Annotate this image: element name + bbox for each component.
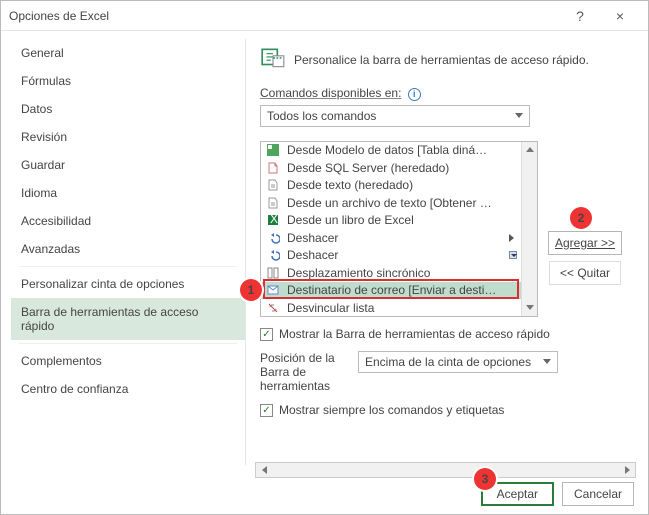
scroll-down-button[interactable] — [522, 300, 537, 316]
sidebar-item-addins[interactable]: Complementos — [11, 347, 245, 375]
sidebar: General Fórmulas Datos Revisión Guardar … — [11, 39, 246, 465]
sidebar-item-save[interactable]: Guardar — [11, 151, 245, 179]
list-item[interactable]: Deshacer — [261, 247, 537, 265]
text-import-icon — [265, 196, 281, 210]
sidebar-item-accessibility[interactable]: Accesibilidad — [11, 207, 245, 235]
position-label: Posición de la Barra de herramientas — [260, 351, 350, 393]
show-qat-checkbox[interactable]: ✓ — [260, 328, 273, 341]
chevron-down-icon — [515, 113, 523, 118]
sidebar-separator — [19, 266, 237, 267]
unlink-list-icon — [265, 301, 281, 315]
mail-recipient-icon — [265, 283, 281, 297]
list-item[interactable]: Desde un archivo de texto [Obtener … — [261, 194, 537, 212]
text-file-icon — [265, 178, 281, 192]
svg-text:X: X — [270, 213, 278, 226]
list-item[interactable]: Desde SQL Server (heredado) — [261, 159, 537, 177]
sidebar-item-data[interactable]: Datos — [11, 95, 245, 123]
pivot-table-icon — [265, 143, 281, 157]
sidebar-item-proofing[interactable]: Revisión — [11, 123, 245, 151]
commands-from-label: Comandos disponibles en: i — [260, 86, 638, 101]
remove-button: << Quitar — [549, 261, 621, 285]
sidebar-item-advanced[interactable]: Avanzadas — [11, 235, 245, 263]
info-icon[interactable]: i — [408, 88, 421, 101]
titlebar: Opciones de Excel ? × — [1, 1, 648, 31]
undo-icon — [265, 231, 281, 245]
show-qat-label: Mostrar la Barra de herramientas de acce… — [279, 327, 550, 341]
always-show-label: Mostrar siempre los comandos y etiquetas — [279, 403, 504, 417]
sql-server-icon — [265, 161, 281, 175]
undo-icon — [265, 248, 281, 262]
list-item[interactable]: XDesde un libro de Excel — [261, 212, 537, 230]
add-button[interactable]: Agregar >> — [548, 231, 622, 255]
position-combo[interactable]: Encima de la cinta de opciones — [358, 351, 558, 373]
cancel-button[interactable]: Cancelar — [562, 482, 634, 506]
window-title: Opciones de Excel — [9, 9, 560, 23]
scroll-up-button[interactable] — [522, 142, 537, 158]
quick-access-icon — [260, 45, 286, 74]
sidebar-item-general[interactable]: General — [11, 39, 245, 67]
help-button[interactable]: ? — [560, 8, 600, 24]
ok-button[interactable]: Aceptar — [481, 482, 554, 506]
list-item[interactable]: Deshacer — [261, 229, 537, 247]
list-item[interactable]: Desde texto (heredado) — [261, 177, 537, 195]
annotation-2: 2 — [570, 207, 592, 229]
main-panel: Personalice la barra de herramientas de … — [246, 31, 648, 465]
sidebar-item-formulas[interactable]: Fórmulas — [11, 67, 245, 95]
sidebar-item-customize-ribbon[interactable]: Personalizar cinta de opciones — [11, 270, 245, 298]
submenu-icon — [509, 231, 519, 245]
vertical-scrollbar[interactable] — [521, 142, 537, 316]
sidebar-separator — [19, 343, 237, 344]
chevron-down-icon — [543, 359, 551, 364]
list-item[interactable]: Desvincular lista — [261, 299, 537, 317]
sidebar-item-trust-center[interactable]: Centro de confianza — [11, 375, 245, 403]
list-item[interactable]: Desplazamiento sincrónico — [261, 264, 537, 282]
commands-from-combo[interactable]: Todos los comandos — [260, 105, 530, 127]
always-show-checkbox[interactable]: ✓ — [260, 404, 273, 417]
sidebar-item-language[interactable]: Idioma — [11, 179, 245, 207]
list-item[interactable]: Desde Modelo de datos [Tabla diná… — [261, 142, 537, 160]
dialog-footer: 3 Aceptar Cancelar — [1, 474, 648, 514]
close-button[interactable]: × — [600, 8, 640, 24]
list-item-selected[interactable]: Destinatario de correo [Enviar a desti… — [261, 282, 537, 300]
excel-options-dialog: Opciones de Excel ? × General Fórmulas D… — [0, 0, 649, 515]
dropdown-icon — [509, 248, 519, 262]
excel-workbook-icon: X — [265, 213, 281, 227]
sync-scroll-icon — [265, 266, 281, 280]
commands-listbox[interactable]: Desde Modelo de datos [Tabla diná… Desde… — [260, 141, 538, 317]
panel-heading: Personalice la barra de herramientas de … — [294, 53, 589, 67]
sidebar-item-quick-access-toolbar[interactable]: Barra de herramientas de acceso rápido — [11, 298, 245, 340]
